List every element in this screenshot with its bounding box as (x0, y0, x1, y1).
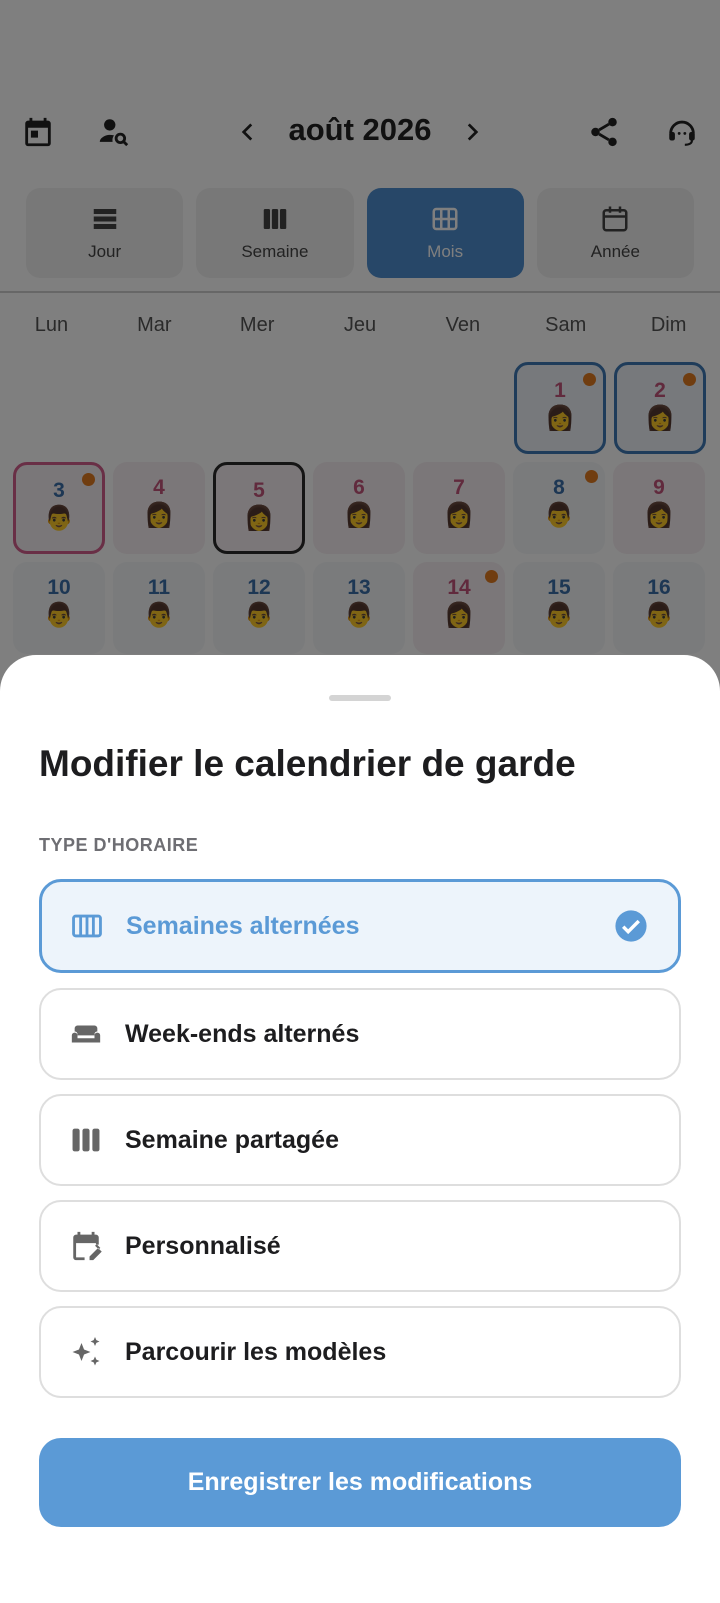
option-label: Personnalisé (125, 1231, 281, 1260)
sparkle-icon (67, 1333, 105, 1371)
section-label: TYPE D'HORAIRE (39, 835, 199, 855)
option-split-week[interactable]: Semaine partagée (39, 1094, 681, 1186)
sofa-icon (67, 1015, 105, 1053)
save-button[interactable]: Enregistrer les modifications (39, 1438, 681, 1527)
edit-calendar-icon (67, 1227, 105, 1265)
option-custom[interactable]: Personnalisé (39, 1200, 681, 1292)
check-circle-icon (615, 910, 647, 942)
option-browse-templates[interactable]: Parcourir les modèles (39, 1306, 681, 1398)
split-week-icon (67, 1121, 105, 1159)
option-alternating-weeks[interactable]: Semaines alternées (39, 879, 681, 973)
option-alternating-weekends[interactable]: Week-ends alternés (39, 988, 681, 1080)
bottom-sheet: Modifier le calendrier de garde TYPE D'H… (0, 655, 720, 1603)
option-label: Semaines alternées (126, 911, 360, 940)
option-label: Semaine partagée (125, 1125, 339, 1154)
drag-handle[interactable] (329, 695, 391, 701)
sheet-title: Modifier le calendrier de garde (39, 743, 576, 784)
option-label: Parcourir les modèles (125, 1337, 387, 1366)
option-label: Week-ends alternés (125, 1019, 360, 1048)
columns-icon (68, 907, 106, 945)
